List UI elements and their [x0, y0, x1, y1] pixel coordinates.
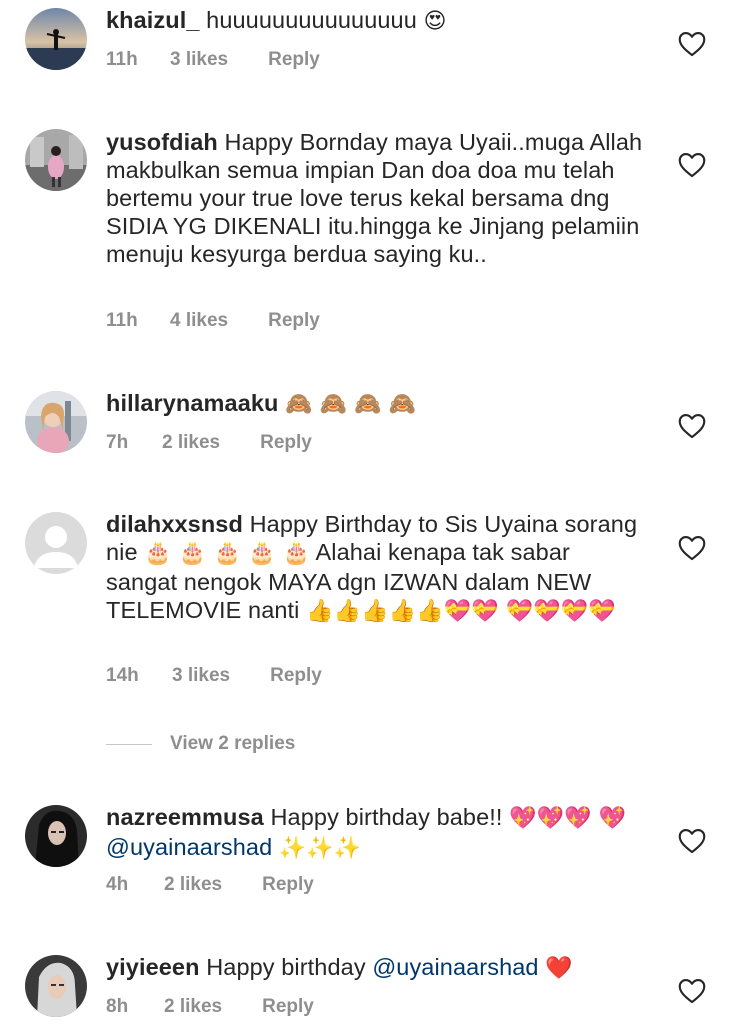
comment-text: yiyieeen Happy birthday @uyainaarshad ❤️ [106, 953, 646, 983]
avatar[interactable] [25, 955, 87, 1017]
comment-emoji: 💖💖💖 💖 [509, 806, 627, 831]
comment-emoji: 👍👍👍👍👍💝💝 💝💝💝💝 [306, 599, 616, 624]
view-replies-label[interactable]: View 2 replies [170, 733, 295, 755]
heart-outline-icon[interactable] [678, 535, 706, 561]
comment-time: 8h [106, 996, 129, 1017]
comment-time: 11h [106, 310, 138, 331]
comment-username[interactable]: yusofdiah [106, 129, 218, 155]
comment-likes[interactable]: 3 likes [172, 665, 230, 687]
comment-meta: 8h 2 likes Reply [106, 996, 314, 1018]
reply-button[interactable]: Reply [268, 310, 320, 332]
comment-emoji: ❤️ [545, 956, 573, 981]
avatar[interactable] [25, 8, 87, 70]
avatar[interactable] [25, 805, 87, 867]
comment-text: khaizul_ huuuuuuuuuuuuuuu 😍 [106, 6, 646, 36]
comment-emoji: ✨✨✨ [278, 836, 362, 861]
view-replies-divider [106, 743, 152, 745]
avatar[interactable] [25, 129, 87, 191]
comment-meta: 11h 4 likes Reply [106, 310, 320, 332]
comment-emoji: 😍 [423, 9, 447, 34]
comment-time: 11h [106, 49, 138, 70]
heart-outline-icon[interactable] [678, 413, 706, 439]
comment-text: hillarynamaaku 🙈 🙈 🙈 🙈 [106, 389, 646, 419]
avatar[interactable] [25, 391, 87, 453]
comment-text: yusofdiah Happy Bornday maya Uyaii..muga… [106, 128, 646, 268]
comment-meta: 7h 2 likes Reply [106, 432, 312, 454]
reply-button[interactable]: Reply [262, 996, 314, 1018]
comment-text: nazreemmusa Happy birthday babe!! 💖💖💖 💖 … [106, 803, 646, 863]
heart-outline-icon[interactable] [678, 31, 706, 57]
comment-time: 7h [106, 432, 129, 453]
comment-content: Happy birthday [206, 954, 366, 980]
comment-content: huuuuuuuuuuuuuuu [206, 7, 417, 33]
comment-username[interactable]: nazreemmusa [106, 804, 264, 830]
comment-meta: 11h 3 likes Reply [106, 49, 320, 71]
reply-button[interactable]: Reply [268, 49, 320, 71]
comment-username[interactable]: hillarynamaaku [106, 390, 279, 416]
comment-emoji: 🙈 🙈 🙈 🙈 [285, 392, 417, 417]
comment-meta: 4h 2 likes Reply [106, 874, 314, 896]
comment-likes[interactable]: 2 likes [164, 874, 222, 896]
comment-time: 14h [106, 665, 139, 686]
comment-text: dilahxxsnsd Happy Birthday to Sis Uyaina… [106, 510, 646, 626]
comment-likes[interactable]: 2 likes [164, 996, 222, 1018]
comment-likes[interactable]: 2 likes [162, 432, 220, 454]
mention-link[interactable]: @uyainaarshad [106, 834, 272, 860]
reply-button[interactable]: Reply [270, 665, 322, 687]
heart-outline-icon[interactable] [678, 152, 706, 178]
avatar[interactable] [25, 512, 87, 574]
comment-meta: 14h 3 likes Reply [106, 665, 322, 687]
reply-button[interactable]: Reply [262, 874, 314, 896]
comment-content: Happy birthday babe!! [270, 804, 503, 830]
comment-time: 4h [106, 874, 129, 895]
comment-username[interactable]: dilahxxsnsd [106, 511, 243, 537]
heart-outline-icon[interactable] [678, 978, 706, 1004]
reply-button[interactable]: Reply [260, 432, 312, 454]
comment-username[interactable]: yiyieeen [106, 954, 200, 980]
comment-likes[interactable]: 4 likes [170, 310, 228, 332]
comment-emoji: 🎂 🎂 🎂 🎂 🎂 [144, 541, 311, 566]
mention-link[interactable]: @uyainaarshad [372, 954, 538, 980]
heart-outline-icon[interactable] [678, 828, 706, 854]
comment-username[interactable]: khaizul_ [106, 7, 200, 33]
comment-likes[interactable]: 3 likes [170, 49, 228, 71]
view-replies-button[interactable]: View 2 replies [106, 733, 295, 755]
